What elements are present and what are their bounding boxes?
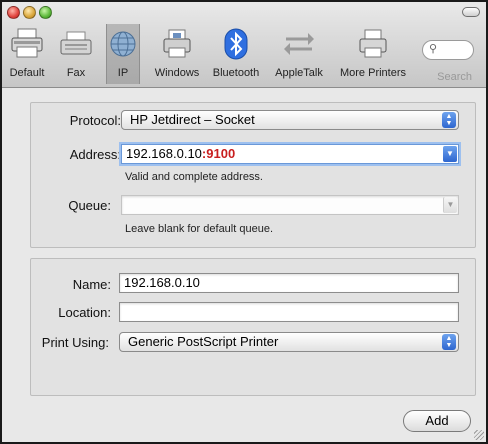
- zoom-window-button[interactable]: [39, 6, 52, 19]
- queue-label: Queue:: [68, 198, 111, 213]
- toolbar-item-label: Windows: [154, 67, 200, 79]
- toolbar-item-default[interactable]: Default: [4, 24, 50, 84]
- location-field[interactable]: [119, 302, 459, 322]
- name-label: Name:: [72, 277, 111, 292]
- name-field[interactable]: 192.168.0.10: [119, 273, 459, 293]
- toolbar-item-label: IP: [117, 67, 129, 79]
- protocol-label: Protocol:: [69, 113, 121, 128]
- toolbar-item-label: Default: [9, 67, 45, 79]
- queue-hint: Leave blank for default queue.: [125, 223, 274, 235]
- toolbar-item-label: Fax: [66, 67, 86, 79]
- details-panel: Name: 192.168.0.10 Location: Print Using…: [30, 258, 476, 396]
- toolbar-item-fax[interactable]: Fax: [56, 24, 96, 84]
- add-printer-window: Default Fax IP Windows Bluetooth AppleTa…: [0, 0, 488, 444]
- print-using-value: Generic PostScript Printer: [128, 334, 279, 349]
- fax-icon: [56, 24, 96, 64]
- toolbar-item-windows[interactable]: Windows: [148, 24, 206, 84]
- connection-panel: Protocol: HP Jetdirect – Socket ▲ ▼ Addre…: [30, 102, 476, 248]
- search-icon: ⚲: [429, 43, 438, 55]
- print-using-label: Print Using:: [41, 335, 109, 350]
- resize-grip-icon[interactable]: [474, 430, 484, 440]
- toolbar-item-label: Bluetooth: [212, 67, 260, 79]
- minimize-window-button[interactable]: [23, 6, 36, 19]
- toolbar-item-more-printers[interactable]: More Printers: [334, 24, 412, 84]
- globe-icon: [106, 24, 140, 64]
- toolbar-item-label: More Printers: [339, 67, 407, 79]
- address-port: 9100: [206, 146, 236, 161]
- windows-printer-icon: [148, 24, 206, 64]
- search-label: Search: [437, 71, 472, 83]
- bluetooth-icon: [208, 24, 264, 64]
- printer-icon: [334, 24, 412, 64]
- address-host: 192.168.0.10: [126, 146, 202, 161]
- search-input[interactable]: ⚲: [422, 40, 474, 60]
- address-field[interactable]: 192.168.0.10:9100 ▼: [121, 144, 459, 164]
- toolbar-toggle-button[interactable]: [462, 7, 480, 17]
- queue-chevron-icon[interactable]: ▼: [443, 197, 457, 213]
- address-label: Address:: [69, 147, 121, 162]
- popup-stepper-icon: ▲ ▼: [442, 112, 456, 128]
- popup-stepper-icon: ▲ ▼: [442, 334, 456, 350]
- toolbar: Default Fax IP Windows Bluetooth AppleTa…: [2, 2, 486, 88]
- window-controls: [7, 6, 52, 19]
- toolbar-item-appletalk[interactable]: AppleTalk: [268, 24, 330, 84]
- add-button[interactable]: Add: [403, 410, 471, 432]
- toolbar-item-label: AppleTalk: [275, 67, 323, 79]
- toolbar-item-bluetooth[interactable]: Bluetooth: [208, 24, 264, 84]
- address-hint: Valid and complete address.: [125, 171, 263, 183]
- close-window-button[interactable]: [7, 6, 20, 19]
- default-printer-icon: [4, 24, 50, 64]
- print-using-popup[interactable]: Generic PostScript Printer ▲ ▼: [119, 332, 459, 352]
- protocol-popup[interactable]: HP Jetdirect – Socket ▲ ▼: [121, 110, 459, 130]
- location-label: Location:: [58, 305, 111, 320]
- name-value: 192.168.0.10: [124, 275, 200, 290]
- toolbar-item-ip[interactable]: IP: [106, 24, 140, 84]
- address-history-chevron-icon[interactable]: ▼: [443, 146, 457, 162]
- appletalk-icon: [268, 24, 330, 64]
- queue-field[interactable]: ▼: [121, 195, 459, 215]
- protocol-value: HP Jetdirect – Socket: [130, 112, 255, 127]
